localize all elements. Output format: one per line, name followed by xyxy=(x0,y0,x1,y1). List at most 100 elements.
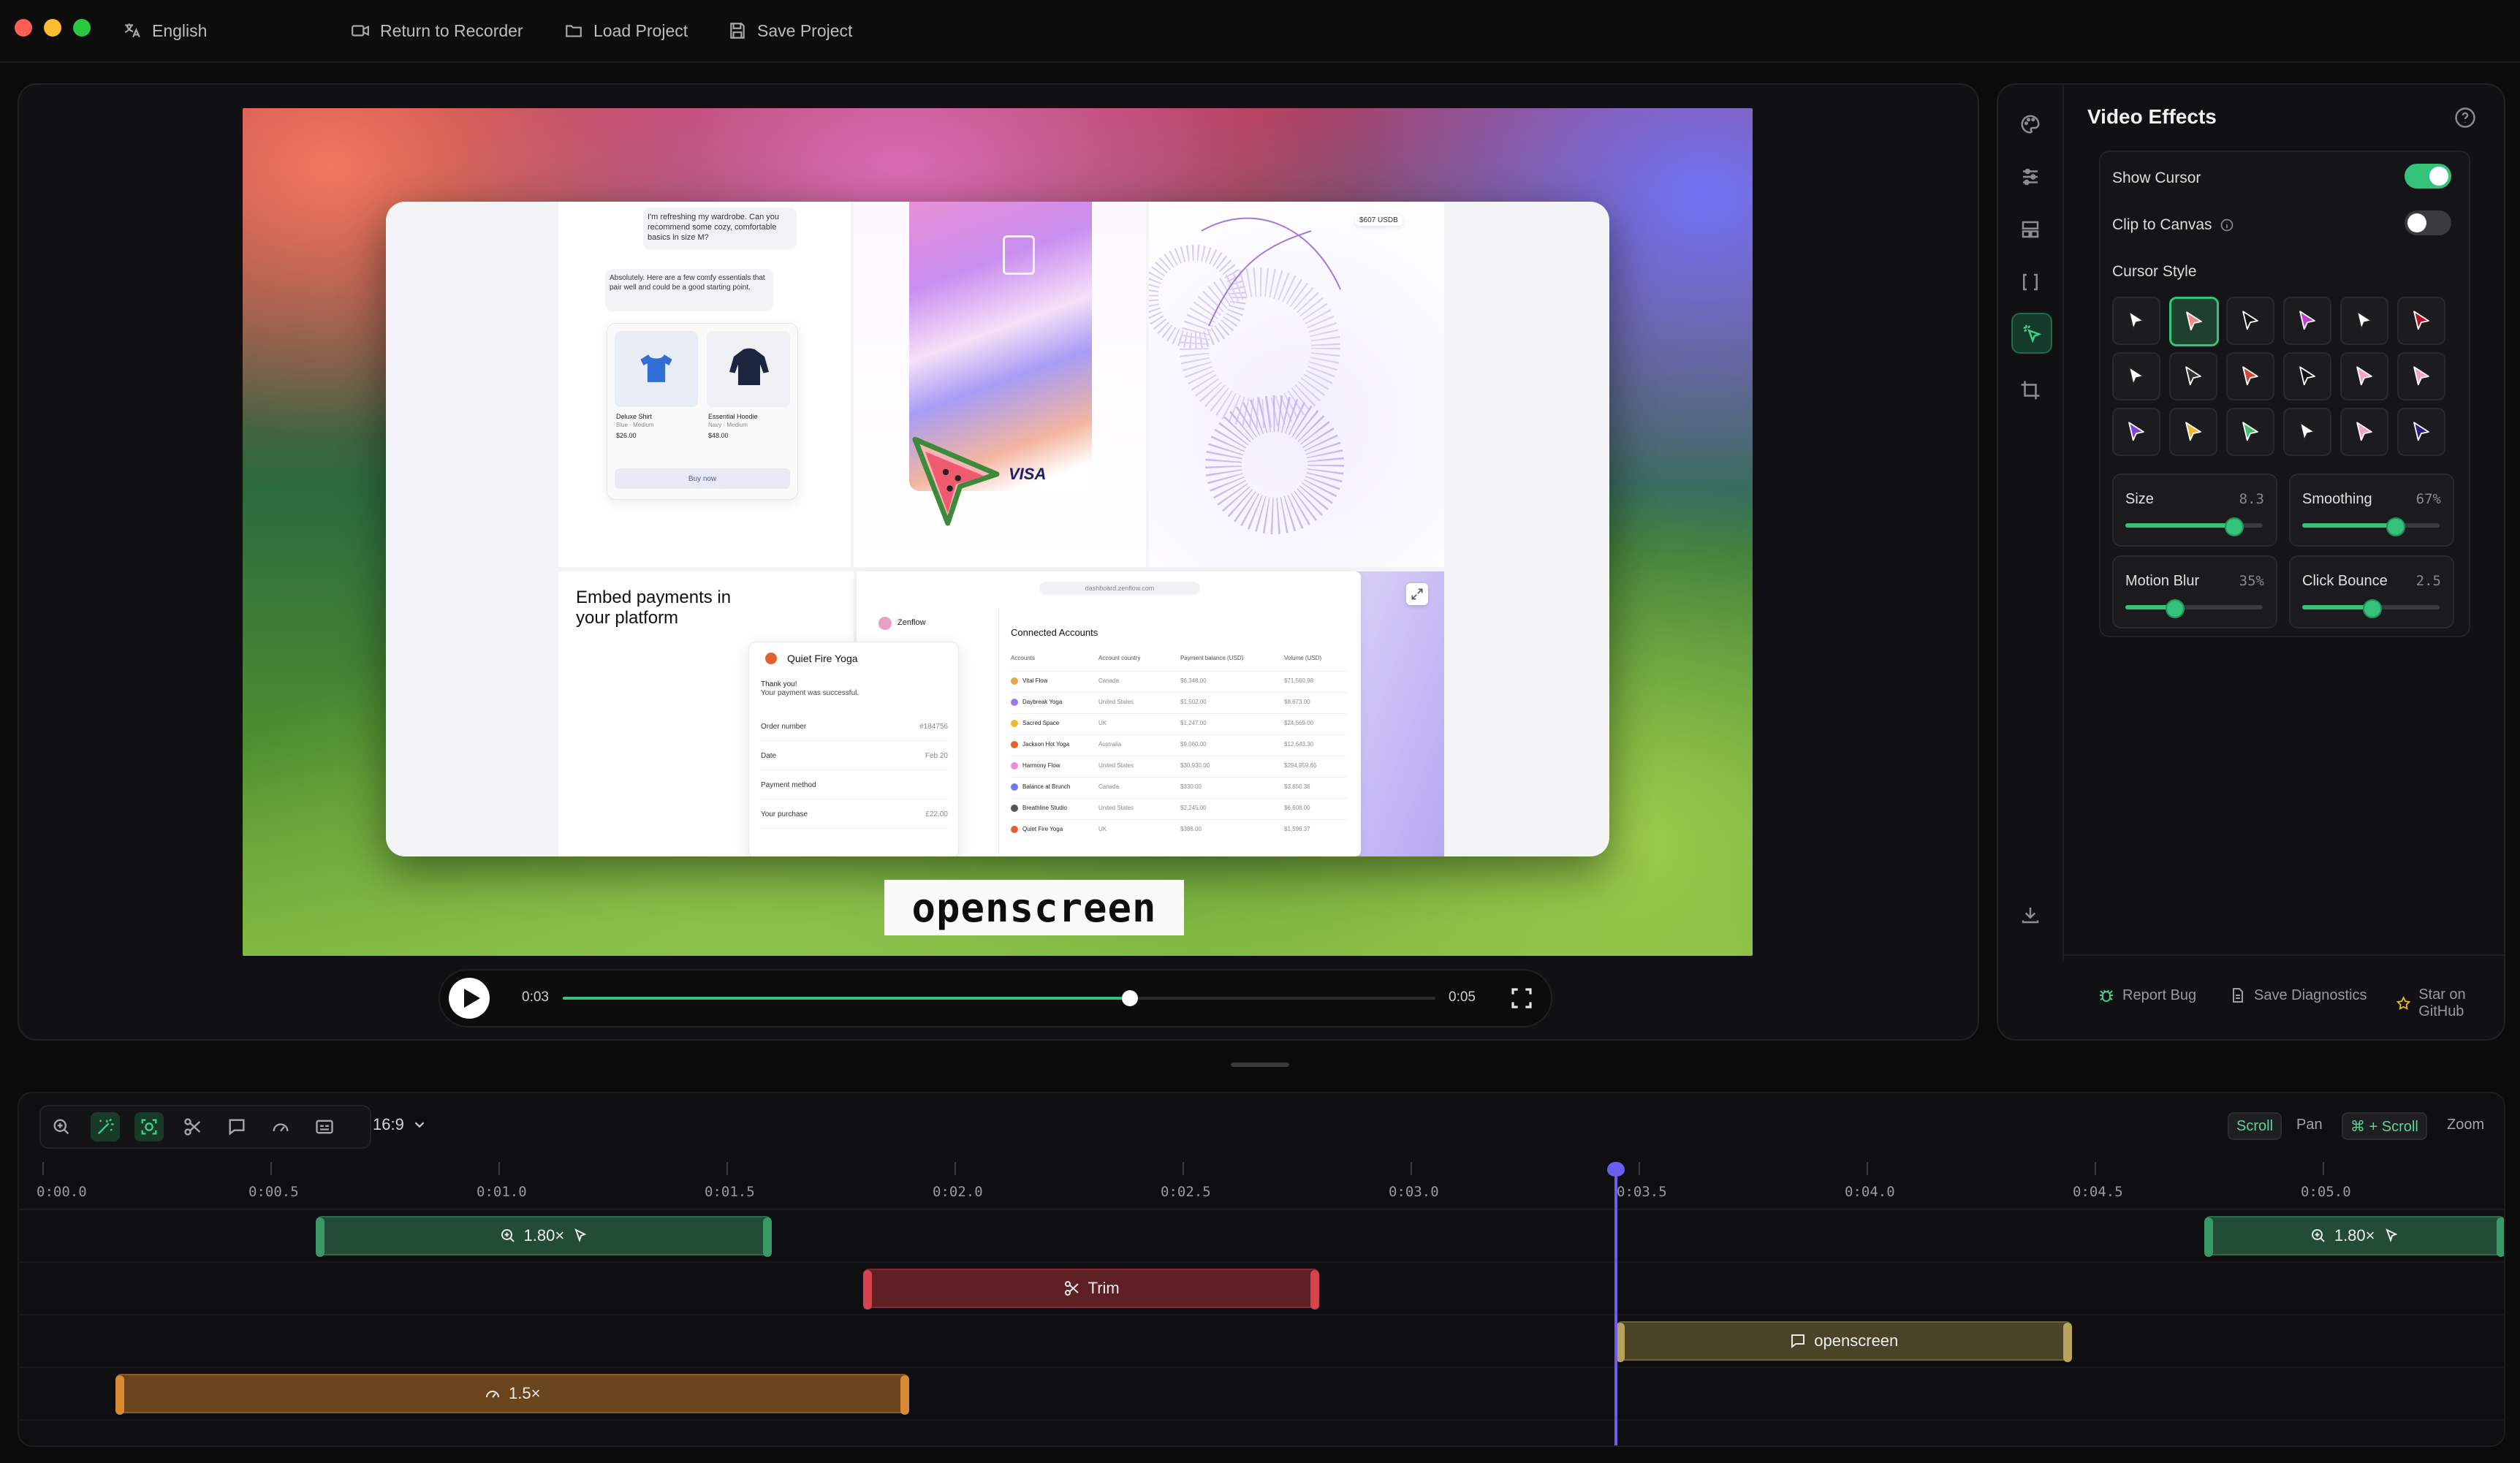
slider-click-bounce[interactable]: Click Bounce 2.5 xyxy=(2289,555,2454,628)
clip-handle-end[interactable] xyxy=(900,1375,909,1415)
table-row[interactable]: Jackson Hot Yoga Australia $9,060.00 $12,64… xyxy=(1011,734,1347,754)
save-diagnostics-link[interactable]: Save Diagnostics xyxy=(2229,987,2367,1004)
expand-icon[interactable] xyxy=(1406,583,1428,605)
load-project-button[interactable]: Load Project xyxy=(564,0,688,61)
speed-clip[interactable]: 1.5× xyxy=(115,1374,909,1415)
aspect-ratio-select[interactable]: 16:9 xyxy=(373,1115,428,1134)
trim-clip[interactable]: Trim xyxy=(863,1269,1320,1310)
table-row[interactable]: Breathline Studio United States $2,245.00 $… xyxy=(1011,798,1347,818)
clip-canvas-toggle[interactable] xyxy=(2405,210,2451,235)
cursor-style-option[interactable] xyxy=(2169,352,2217,400)
play-button[interactable] xyxy=(449,978,490,1019)
cursor-style-option[interactable] xyxy=(2340,352,2388,400)
time-ruler[interactable]: 0:00.0 0:00.5 0:01.0 0:01.5 0:02.0 0:02.5 0:03… xyxy=(19,1162,2504,1210)
embed-heading: Embed payments in your platform xyxy=(576,588,732,628)
cursor-style-option[interactable] xyxy=(2283,297,2331,345)
caption-annotation[interactable]: openscreen xyxy=(884,880,1184,935)
cursor-style-option[interactable] xyxy=(2283,408,2331,456)
focus-tool[interactable] xyxy=(134,1112,164,1141)
rail-layout[interactable] xyxy=(2011,210,2049,248)
cursor-style-option[interactable] xyxy=(2283,352,2331,400)
table-row[interactable]: Harmony Flow United States $30,930.00 $294,… xyxy=(1011,756,1347,775)
slider-motion-blur[interactable]: Motion Blur 35% xyxy=(2112,555,2277,628)
trim-tool[interactable] xyxy=(178,1112,208,1141)
scrub-track[interactable] xyxy=(563,990,1435,1006)
slider-size[interactable]: Size 8.3 xyxy=(2112,474,2277,547)
table-cell: $1,502.00 xyxy=(1180,699,1207,705)
cursor-style-option[interactable] xyxy=(2169,297,2219,346)
clip-handle-end[interactable] xyxy=(2062,1323,2072,1362)
rail-adjustments[interactable] xyxy=(2011,158,2049,196)
slider-thumb[interactable] xyxy=(2224,517,2244,536)
slider-track[interactable] xyxy=(2125,599,2263,618)
table-cell: Breathline Studio xyxy=(1022,805,1067,811)
slider-track[interactable] xyxy=(2302,599,2440,618)
zoom-clip[interactable]: 1.80× xyxy=(316,1216,773,1257)
cursor-style-option[interactable] xyxy=(2397,297,2445,345)
slider-thumb[interactable] xyxy=(2363,599,2382,618)
cursor-style-option[interactable] xyxy=(2340,297,2388,345)
clip-handle-end[interactable] xyxy=(1310,1270,1320,1310)
zoom-clip[interactable]: 1.80× xyxy=(2204,1216,2504,1257)
zoom-tool[interactable] xyxy=(47,1112,76,1141)
star-github-link[interactable]: Star on GitHub xyxy=(2396,987,2504,1020)
table-cell: $330.00 xyxy=(1180,783,1202,790)
slider-thumb[interactable] xyxy=(2165,599,2185,618)
buy-now-button[interactable]: Buy now xyxy=(615,468,790,489)
cursor-style-option[interactable] xyxy=(2397,408,2445,456)
cursor-style-option[interactable] xyxy=(2112,297,2160,345)
cursor-style-option[interactable] xyxy=(2397,352,2445,400)
captions-tool[interactable] xyxy=(310,1112,339,1141)
annotation-clip[interactable]: openscreen xyxy=(1615,1321,2072,1362)
table-row[interactable]: Quiet Fire Yoga UK $388.00 $1,596.37 xyxy=(1011,819,1347,839)
cursor-style-option[interactable] xyxy=(2340,408,2388,456)
zoom-window-button[interactable] xyxy=(73,19,91,37)
rail-appearance[interactable] xyxy=(2011,105,2049,143)
panel-resize-handle[interactable] xyxy=(1231,1063,1289,1067)
table-cell: $30,930.00 xyxy=(1180,762,1210,769)
info-icon[interactable] xyxy=(2220,218,2234,232)
rail-crop[interactable] xyxy=(2011,371,2049,409)
speed-tool[interactable] xyxy=(266,1112,295,1141)
table-row[interactable]: Vital Flow Canada $6,348.00 $71,560.98 xyxy=(1011,671,1347,691)
playhead-handle[interactable] xyxy=(1606,1162,1625,1177)
cursor-style-option[interactable] xyxy=(2169,408,2217,456)
fullscreen-icon[interactable] xyxy=(1510,987,1533,1010)
connected-accounts-panel: Connected Accounts Accounts Account count… xyxy=(998,608,1350,856)
clip-handle-start[interactable] xyxy=(863,1270,873,1310)
cursor-style-option[interactable] xyxy=(2226,408,2274,456)
cursor-style-option[interactable] xyxy=(2112,408,2160,456)
table-row[interactable]: Balance at Brunch Canada $330.00 $3,650.36 xyxy=(1011,777,1347,797)
clip-handle-start[interactable] xyxy=(115,1375,124,1415)
clip-handle-start[interactable] xyxy=(316,1217,325,1257)
cursor-style-option[interactable] xyxy=(2112,352,2160,400)
auto-zoom-tool[interactable] xyxy=(91,1112,120,1141)
clip-label: Trim xyxy=(1088,1279,1120,1297)
playhead[interactable] xyxy=(1614,1162,1617,1445)
language-selector[interactable]: English xyxy=(123,0,207,61)
save-project-button[interactable]: Save Project xyxy=(728,0,852,61)
help-icon[interactable] xyxy=(2454,107,2476,129)
close-window-button[interactable] xyxy=(15,19,32,37)
clip-handle-start[interactable] xyxy=(2204,1217,2213,1257)
slider-track[interactable] xyxy=(2302,517,2440,536)
slider-track[interactable] xyxy=(2125,517,2263,536)
clip-handle-end[interactable] xyxy=(2496,1217,2504,1257)
scrub-handle[interactable] xyxy=(1122,990,1139,1006)
show-cursor-toggle[interactable] xyxy=(2405,164,2451,189)
annotation-tool[interactable] xyxy=(222,1112,251,1141)
export-button[interactable] xyxy=(2013,897,2048,932)
video-canvas[interactable]: I'm refreshing my wardrobe. Can you reco… xyxy=(243,108,1753,956)
table-row[interactable]: Daybreak Yoga United States $1,502.00 $8,67… xyxy=(1011,692,1347,712)
clip-handle-end[interactable] xyxy=(763,1217,773,1257)
minimize-window-button[interactable] xyxy=(44,19,61,37)
rail-cursor-effects[interactable] xyxy=(2011,313,2052,354)
rail-padding[interactable] xyxy=(2011,263,2049,301)
cursor-style-option[interactable] xyxy=(2226,297,2274,345)
slider-smoothing[interactable]: Smoothing 67% xyxy=(2289,474,2454,547)
report-bug-link[interactable]: Report Bug xyxy=(2098,987,2196,1004)
slider-thumb[interactable] xyxy=(2386,517,2405,536)
table-row[interactable]: Sacred Space UK $1,247.00 $24,569.00 xyxy=(1011,713,1347,733)
cursor-style-option[interactable] xyxy=(2226,352,2274,400)
return-to-recorder-button[interactable]: Return to Recorder xyxy=(351,0,523,61)
